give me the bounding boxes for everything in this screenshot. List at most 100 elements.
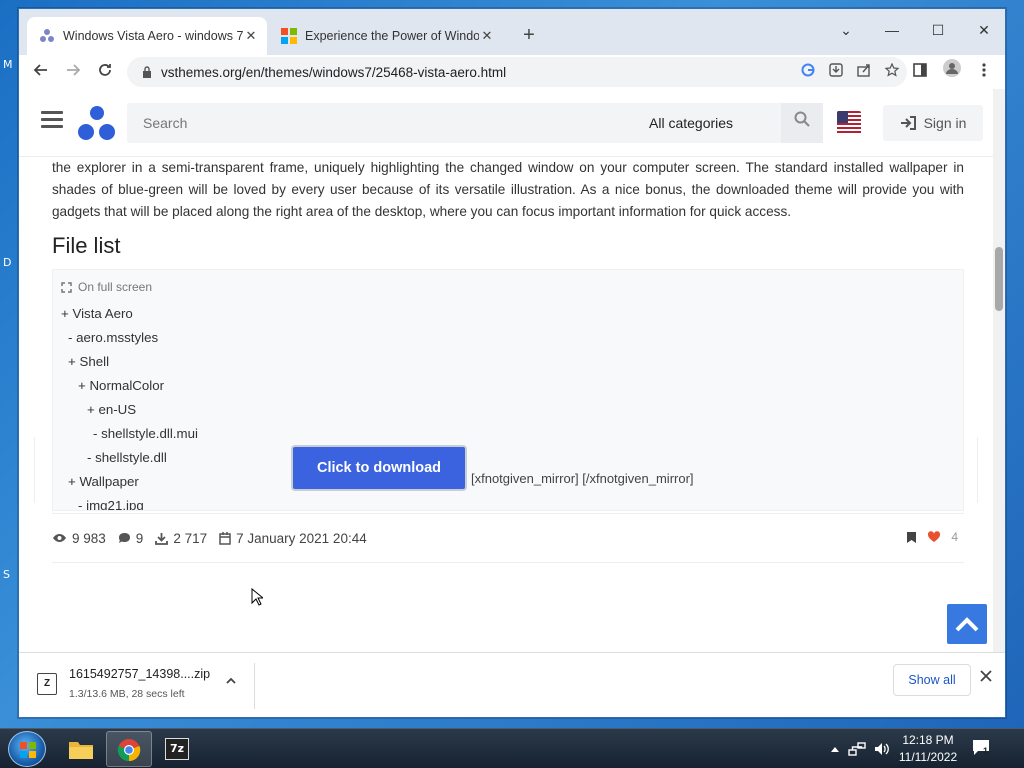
forward-button[interactable]	[57, 57, 89, 87]
close-window-button[interactable]: ✕	[961, 15, 1005, 45]
file-tree-item: + Vista Aero	[61, 306, 133, 321]
folder-icon	[69, 742, 93, 759]
close-download-shelf-icon[interactable]	[979, 669, 993, 683]
sign-in-label: Sign in	[923, 115, 967, 131]
profile-avatar-icon	[943, 59, 961, 77]
back-arrow-icon	[33, 64, 47, 76]
zip-file-icon: Z	[37, 673, 57, 695]
taskbar-explorer[interactable]	[58, 731, 104, 767]
vsthemes-favicon-icon	[40, 29, 54, 42]
comments-count: 9	[135, 530, 144, 546]
minimize-button[interactable]: —	[869, 15, 915, 45]
chevron-up-icon[interactable]	[225, 675, 237, 687]
publish-date: 7 January 2021 20:44	[236, 530, 367, 546]
browser-window: Windows Vista Aero - windows 7 ✕ Experie…	[18, 8, 1006, 718]
file-tree-item: - aero.msstyles	[68, 330, 159, 345]
share-icon[interactable]	[857, 63, 871, 77]
system-clock[interactable]: 12:18 PM 11/11/2022	[892, 732, 964, 766]
profile-button[interactable]	[937, 57, 967, 87]
file-tree-item: + en-US	[87, 402, 137, 417]
bookmark-icon[interactable]	[906, 531, 917, 544]
download-icon	[155, 532, 169, 545]
chrome-icon	[117, 739, 141, 762]
file-tree-item: + Shell	[68, 354, 110, 369]
file-list-heading: File list	[52, 233, 121, 258]
reload-button[interactable]	[89, 57, 121, 87]
theme-description: the explorer in a semi-transparent frame…	[52, 160, 964, 219]
notification-icon	[973, 740, 989, 755]
download-card: Click to download [xfnotgiven_mirror] [/…	[34, 437, 978, 503]
windows-logo-icon	[20, 742, 36, 758]
system-tray	[830, 729, 890, 768]
scrollbar-thumb[interactable]	[995, 247, 1003, 311]
tab-close-icon[interactable]: ✕	[243, 28, 259, 44]
tab-vista-aero[interactable]: Windows Vista Aero - windows 7 ✕	[27, 17, 267, 55]
us-flag-icon[interactable]	[837, 111, 861, 135]
browser-toolbar: vsthemes.org/en/themes/windows7/25468-vi…	[19, 55, 1005, 89]
show-all-downloads-button[interactable]: Show all	[893, 664, 971, 696]
downloads-count: 2 717	[173, 530, 208, 546]
fullscreen-label: On full screen	[78, 280, 153, 294]
site-search: All categories	[127, 103, 823, 143]
microsoft-favicon-icon	[281, 28, 297, 44]
sign-in-button[interactable]: Sign in	[883, 105, 983, 141]
show-hidden-icons-icon[interactable]	[830, 745, 840, 753]
calendar-icon	[219, 531, 231, 545]
bookmark-star-icon[interactable]	[885, 63, 899, 77]
address-bar[interactable]: vsthemes.org/en/themes/windows7/25468-vi…	[127, 57, 907, 87]
desktop-edge-letter: D	[3, 256, 12, 269]
hamburger-menu-icon[interactable]	[41, 111, 63, 129]
7zip-icon: 7z	[165, 738, 189, 760]
tab-strip: Windows Vista Aero - windows 7 ✕ Experie…	[19, 9, 1005, 55]
forward-arrow-icon	[67, 64, 81, 76]
windows-taskbar: 7z 12:18 PM 11/11/2022 1	[0, 728, 1024, 768]
side-panel-icon	[913, 63, 927, 77]
site-logo[interactable]	[77, 105, 117, 141]
network-icon[interactable]	[848, 741, 866, 757]
mirror-placeholder-text: [xfnotgiven_mirror] [/xfnotgiven_mirror]	[471, 471, 694, 486]
page-scrollbar[interactable]	[993, 89, 1005, 652]
browser-menu-button[interactable]	[969, 57, 999, 87]
eye-icon	[53, 534, 66, 542]
page-viewport: All categories Sign in the explorer in a…	[19, 89, 1005, 652]
comment-icon	[118, 533, 130, 543]
taskbar-chrome[interactable]	[106, 731, 152, 767]
file-tree-item: + NormalColor	[78, 378, 165, 393]
kebab-menu-icon	[982, 63, 986, 77]
search-input[interactable]	[127, 103, 607, 143]
heart-icon[interactable]	[927, 531, 941, 543]
category-select[interactable]: All categories	[649, 103, 779, 143]
action-center-icon[interactable]: 1	[972, 739, 992, 757]
sign-in-icon	[900, 116, 916, 130]
click-to-download-button[interactable]: Click to download	[291, 445, 467, 491]
new-tab-button[interactable]: +	[517, 23, 541, 47]
download-item[interactable]: Z 1615492757_14398....zip 1.3/13.6 MB, 2…	[31, 663, 255, 709]
side-panel-button[interactable]	[905, 57, 935, 87]
reload-icon	[99, 64, 111, 76]
tab-title: Windows Vista Aero - windows 7	[63, 29, 243, 43]
taskbar-7zip[interactable]: 7z	[154, 731, 200, 767]
tab-microsoft[interactable]: Experience the Power of Windows ✕	[269, 17, 503, 55]
desktop-edge-letter: S	[3, 568, 10, 581]
theme-stats: 9 983 9 2 717 7 January 2021 20:44 4	[52, 513, 964, 563]
start-button[interactable]	[8, 731, 46, 767]
back-button[interactable]	[25, 57, 57, 87]
scroll-to-top-button[interactable]	[947, 604, 987, 644]
clock-time: 12:18 PM	[902, 733, 954, 747]
fullscreen-toggle[interactable]: On full screen	[61, 280, 955, 294]
mouse-cursor-icon	[251, 588, 263, 606]
tab-close-icon[interactable]: ✕	[479, 28, 495, 44]
desktop-edge-letter: M	[3, 58, 13, 71]
site-header: All categories Sign in	[19, 89, 993, 157]
tab-title: Experience the Power of Windows	[305, 29, 479, 43]
comments-stat: 9	[118, 530, 144, 546]
search-button[interactable]	[781, 103, 823, 143]
likes-count: 4	[951, 530, 958, 544]
tab-search-chevron-icon[interactable]: ⌄	[823, 15, 869, 45]
maximize-button[interactable]: ☐	[915, 15, 961, 45]
install-app-icon[interactable]	[829, 63, 843, 77]
search-icon	[794, 111, 810, 127]
download-file-name: 1615492757_14398....zip	[69, 667, 211, 681]
google-icon[interactable]	[801, 63, 815, 77]
volume-icon[interactable]	[874, 742, 890, 756]
